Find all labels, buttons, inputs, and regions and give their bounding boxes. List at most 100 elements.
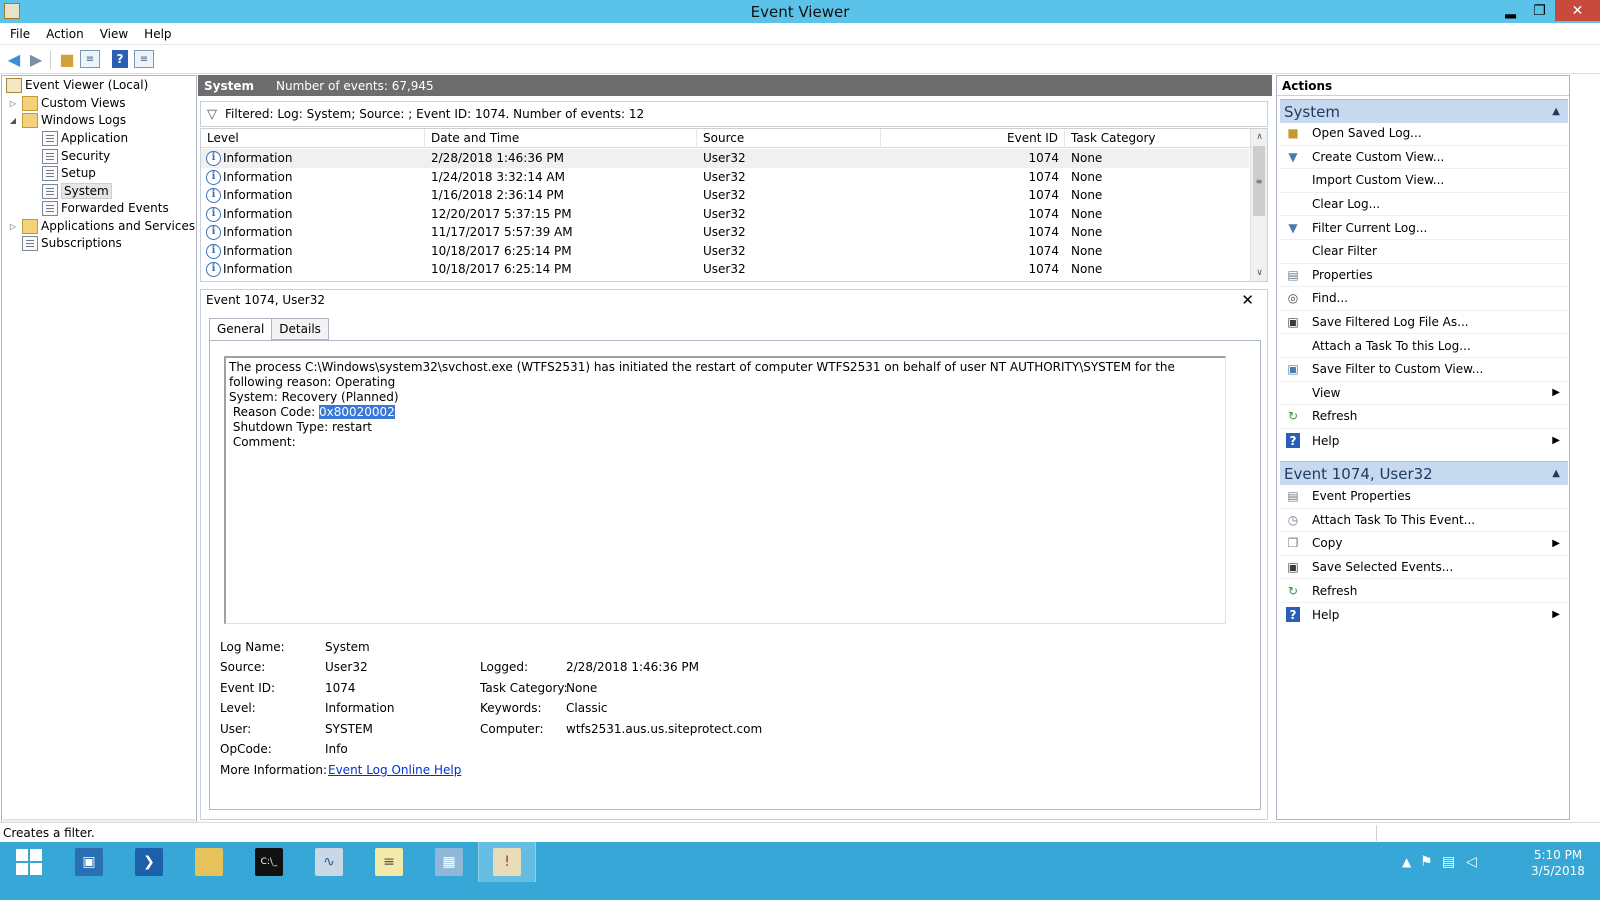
- taskbar-command-prompt[interactable]: C:\_: [240, 842, 298, 882]
- maximize-button[interactable]: ❐: [1526, 0, 1553, 21]
- actions-section-system[interactable]: System ▲: [1280, 99, 1568, 123]
- action-open-saved-log[interactable]: ■ Open Saved Log...: [1280, 122, 1568, 146]
- action-attach-a-task-to-this-log[interactable]: Attach a Task To this Log...: [1280, 334, 1568, 358]
- action-clear-filter[interactable]: Clear Filter: [1280, 240, 1568, 264]
- action-label: View: [1312, 385, 1341, 400]
- tree-item-setup[interactable]: Setup: [42, 164, 96, 182]
- column-header-event-id[interactable]: Event ID: [881, 129, 1065, 148]
- close-detail-icon[interactable]: ✕: [1241, 291, 1254, 309]
- tree-item-custom-views[interactable]: ▷ Custom Views: [8, 94, 126, 112]
- minimize-button[interactable]: ▂: [1497, 0, 1524, 21]
- performance-monitor-icon: ∿: [315, 848, 343, 876]
- tab-general[interactable]: General: [209, 318, 273, 341]
- cell-date-time: 1/24/2018 3:32:14 AM: [431, 169, 565, 184]
- action-help[interactable]: ? Help ▶: [1280, 429, 1568, 453]
- taskbar-notepad[interactable]: ≡: [360, 842, 418, 882]
- cell-task-category: None: [1071, 151, 1103, 165]
- action-find[interactable]: ◎ Find...: [1280, 287, 1568, 311]
- menu-view[interactable]: View: [92, 27, 136, 41]
- properties-icon: ▤: [1287, 489, 1299, 504]
- table-row[interactable]: i Information 11/17/2017 5:57:39 AM User32 1…: [201, 223, 1249, 242]
- event-action-save-selected-events[interactable]: ▣ Save Selected Events...: [1280, 556, 1568, 580]
- event-log-online-help-link[interactable]: Event Log Online Help: [328, 762, 461, 778]
- action-view[interactable]: View ▶: [1280, 382, 1568, 406]
- taskbar-file-explorer[interactable]: [180, 842, 238, 882]
- clock[interactable]: 5:10 PM 3/5/2018: [1520, 847, 1596, 879]
- expand-arrow-icon[interactable]: ▷: [8, 222, 18, 231]
- taskbar-performance-monitor[interactable]: ∿: [300, 842, 358, 882]
- network-icon[interactable]: ▤: [1442, 842, 1455, 882]
- event-action-attach-task-to-this-event[interactable]: ◷ Attach Task To This Event...: [1280, 509, 1568, 533]
- column-header-date-time[interactable]: Date and Time: [425, 129, 697, 148]
- taskbar-powershell[interactable]: ❯: [120, 842, 178, 882]
- action-refresh[interactable]: ↻ Refresh: [1280, 405, 1568, 429]
- table-row[interactable]: i Information 2/28/2018 1:46:36 PM User32 10…: [201, 149, 1249, 168]
- scroll-up-icon[interactable]: ∧: [1251, 129, 1267, 145]
- expand-arrow-icon[interactable]: ▷: [8, 99, 18, 108]
- notepad-icon: ≡: [375, 848, 403, 876]
- cell-source: User32: [703, 262, 746, 276]
- show-hide-console-tree-icon[interactable]: ≡: [80, 50, 100, 68]
- start-button[interactable]: [0, 842, 58, 882]
- funnel-icon: ▼: [1288, 220, 1298, 235]
- tree-item-windows-logs[interactable]: ◢ Windows Logs: [8, 111, 126, 129]
- tree-item-applications-and-services[interactable]: ▷ Applications and Services Lo: [8, 217, 196, 235]
- menu-file[interactable]: File: [0, 27, 38, 41]
- help-icon[interactable]: ?: [112, 50, 128, 68]
- column-header-task-category[interactable]: Task Category: [1065, 129, 1251, 148]
- table-row[interactable]: i Information 10/18/2017 6:25:14 PM User32 1…: [201, 260, 1249, 279]
- tree-item-subscriptions[interactable]: Subscriptions: [22, 234, 122, 252]
- table-row[interactable]: i Information 1/24/2018 3:32:14 AM User32 10…: [201, 168, 1249, 187]
- taskbar-event-viewer[interactable]: !: [478, 842, 536, 882]
- action-clear-log[interactable]: Clear Log...: [1280, 193, 1568, 217]
- collapse-section-icon[interactable]: ▲: [1552, 106, 1560, 117]
- scroll-thumb[interactable]: ≡: [1253, 146, 1265, 216]
- show-hidden-icons-icon[interactable]: ▲: [1402, 842, 1411, 882]
- collapse-arrow-icon[interactable]: ◢: [8, 116, 18, 125]
- menu-action[interactable]: Action: [38, 27, 92, 41]
- tree-item-security[interactable]: Security: [42, 147, 110, 165]
- table-vertical-scrollbar[interactable]: ∧ ≡ ∨: [1250, 129, 1267, 281]
- menu-help[interactable]: Help: [136, 27, 179, 41]
- event-action-refresh[interactable]: ↻ Refresh: [1280, 579, 1568, 603]
- action-save-filter-to-custom-view[interactable]: ▣ Save Filter to Custom View...: [1280, 358, 1568, 382]
- action-import-custom-view[interactable]: Import Custom View...: [1280, 169, 1568, 193]
- column-header-level[interactable]: Level: [201, 129, 425, 148]
- tree-item-application[interactable]: Application: [42, 129, 128, 147]
- taskbar: ▣ ❯ C:\_ ∿ ≡ ▦ ! ▲ ⚑ ▤ ◁ 5:10 PM 3/5/201…: [0, 842, 1600, 900]
- information-icon: i: [206, 169, 221, 185]
- table-row[interactable]: i Information 12/20/2017 5:37:15 PM User32 1…: [201, 205, 1249, 224]
- tree-item-system[interactable]: System: [42, 182, 112, 200]
- event-action-help[interactable]: ? Help ▶: [1280, 603, 1568, 627]
- back-arrow-icon[interactable]: ◀: [3, 49, 25, 69]
- close-button[interactable]: ✕: [1555, 0, 1600, 21]
- forward-arrow-icon[interactable]: ▶: [25, 49, 47, 69]
- action-center-flag-icon[interactable]: ⚑: [1420, 842, 1433, 882]
- action-save-filtered-log-file-as[interactable]: ▣ Save Filtered Log File As...: [1280, 311, 1568, 335]
- up-folder-icon[interactable]: ■: [56, 49, 78, 69]
- collapse-section-icon[interactable]: ▲: [1552, 468, 1560, 479]
- refresh-icon: ↻: [1287, 409, 1299, 424]
- subscriptions-icon: [22, 235, 38, 251]
- volume-muted-icon[interactable]: ◁: [1466, 842, 1477, 882]
- taskbar-server-manager[interactable]: ▣: [60, 842, 118, 882]
- tree-item-event-viewer-local[interactable]: Event Viewer (Local): [6, 76, 148, 94]
- action-create-custom-view[interactable]: ▼ Create Custom View...: [1280, 146, 1568, 170]
- event-action-copy[interactable]: ❐ Copy ▶: [1280, 532, 1568, 556]
- event-viewer-icon: !: [493, 848, 521, 876]
- scroll-down-icon[interactable]: ∨: [1251, 265, 1267, 281]
- table-row[interactable]: i Information 10/18/2017 6:25:14 PM User32 1…: [201, 242, 1249, 261]
- table-row[interactable]: i Information 1/16/2018 2:36:14 PM User32 10…: [201, 186, 1249, 205]
- cell-task-category: None: [1071, 206, 1103, 221]
- tab-details[interactable]: Details: [271, 318, 329, 340]
- tree-item-forwarded-events[interactable]: Forwarded Events: [42, 199, 169, 217]
- actions-section-event[interactable]: Event 1074, User32 ▲: [1280, 461, 1568, 485]
- action-filter-current-log[interactable]: ▼ Filter Current Log...: [1280, 216, 1568, 240]
- taskbar-control-panel[interactable]: ▦: [420, 842, 478, 882]
- column-header-source[interactable]: Source: [697, 129, 881, 148]
- action-properties[interactable]: ▤ Properties: [1280, 264, 1568, 288]
- show-hide-action-pane-icon[interactable]: ≡: [134, 50, 154, 68]
- event-action-event-properties[interactable]: ▤ Event Properties: [1280, 485, 1568, 509]
- event-message[interactable]: The process C:\Windows\system32\svchost.…: [224, 356, 1226, 624]
- log-icon: [42, 130, 58, 146]
